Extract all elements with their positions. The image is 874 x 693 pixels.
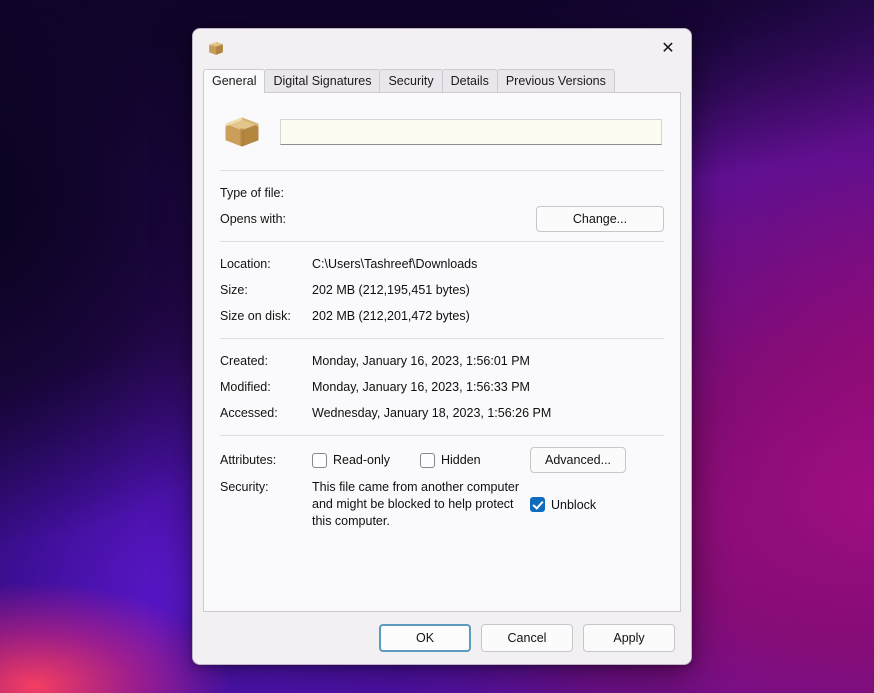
size-on-disk-value: 202 MB (212,201,472 bytes)	[312, 309, 470, 323]
advanced-button[interactable]: Advanced...	[530, 447, 627, 473]
close-icon[interactable]: ✕	[645, 29, 691, 69]
security-label: Security:	[220, 480, 269, 494]
type-of-file-label: Type of file:	[220, 186, 284, 200]
read-only-label: Read-only	[333, 453, 390, 467]
tab-previous-versions[interactable]: Previous Versions	[496, 69, 615, 93]
checkbox-icon	[420, 452, 435, 468]
dialog-footer: OK Cancel Apply	[193, 612, 691, 664]
location-value: C:\Users\Tashreef\Downloads	[312, 257, 478, 271]
accessed-value: Wednesday, January 18, 2023, 1:56:26 PM	[312, 406, 552, 420]
size-row: Size: 202 MB (212,195,451 bytes)	[220, 277, 664, 303]
tab-digital-signatures[interactable]: Digital Signatures	[264, 69, 381, 93]
created-row: Created: Monday, January 16, 2023, 1:56:…	[220, 348, 664, 374]
tab-security[interactable]: Security	[379, 69, 443, 93]
ok-button[interactable]: OK	[379, 624, 471, 652]
opens-with-row: Opens with: Change...	[220, 206, 664, 232]
security-message: This file came from another computer and…	[312, 480, 520, 528]
tab-details[interactable]: Details	[441, 69, 498, 93]
divider	[220, 241, 664, 242]
modified-label: Modified:	[220, 380, 271, 394]
desktop-wallpaper: ✕ General Digital Signatures Security De…	[0, 0, 874, 693]
tab-general[interactable]: General	[203, 69, 266, 93]
opens-with-label: Opens with:	[220, 212, 287, 226]
cancel-button[interactable]: Cancel	[481, 624, 573, 652]
file-properties-dialog: ✕ General Digital Signatures Security De…	[192, 28, 692, 665]
location-label: Location:	[220, 257, 271, 271]
type-of-file-row: Type of file:	[220, 180, 664, 206]
created-label: Created:	[220, 354, 268, 368]
unblock-label: Unblock	[551, 497, 597, 512]
location-row: Location: C:\Users\Tashreef\Downloads	[220, 251, 664, 277]
security-row: Security: This file came from another co…	[220, 475, 664, 531]
divider	[220, 170, 664, 171]
apply-button[interactable]: Apply	[583, 624, 675, 652]
size-value: 202 MB (212,195,451 bytes)	[312, 283, 470, 297]
created-value: Monday, January 16, 2023, 1:56:01 PM	[312, 354, 530, 368]
checkbox-icon	[312, 452, 327, 468]
hidden-label: Hidden	[441, 453, 481, 467]
unblock-checkbox[interactable]: Unblock	[530, 479, 596, 512]
modified-value: Monday, January 16, 2023, 1:56:33 PM	[312, 380, 530, 394]
file-name-row	[220, 105, 664, 161]
modified-row: Modified: Monday, January 16, 2023, 1:56…	[220, 374, 664, 400]
general-tab-pane: Type of file: Opens with: Change... Loca…	[203, 92, 681, 612]
size-on-disk-label: Size on disk:	[220, 309, 291, 323]
divider	[220, 435, 664, 436]
file-name-input[interactable]	[280, 119, 662, 145]
tab-strip: General Digital Signatures Security Deta…	[193, 69, 691, 93]
accessed-row: Accessed: Wednesday, January 18, 2023, 1…	[220, 400, 664, 426]
accessed-label: Accessed:	[220, 406, 278, 420]
checkbox-checked-icon	[530, 497, 545, 512]
attributes-row: Attributes: Read-only Hidden Advanced...	[220, 445, 664, 475]
attributes-label: Attributes:	[220, 453, 277, 467]
size-on-disk-row: Size on disk: 202 MB (212,201,472 bytes)	[220, 303, 664, 329]
divider	[220, 338, 664, 339]
hidden-checkbox[interactable]: Hidden	[420, 452, 530, 468]
read-only-checkbox[interactable]: Read-only	[312, 452, 420, 468]
size-label: Size:	[220, 283, 248, 297]
archive-box-icon	[220, 110, 264, 154]
dialog-titlebar: ✕	[193, 29, 691, 69]
change-button[interactable]: Change...	[536, 206, 664, 232]
archive-box-icon	[206, 38, 226, 58]
